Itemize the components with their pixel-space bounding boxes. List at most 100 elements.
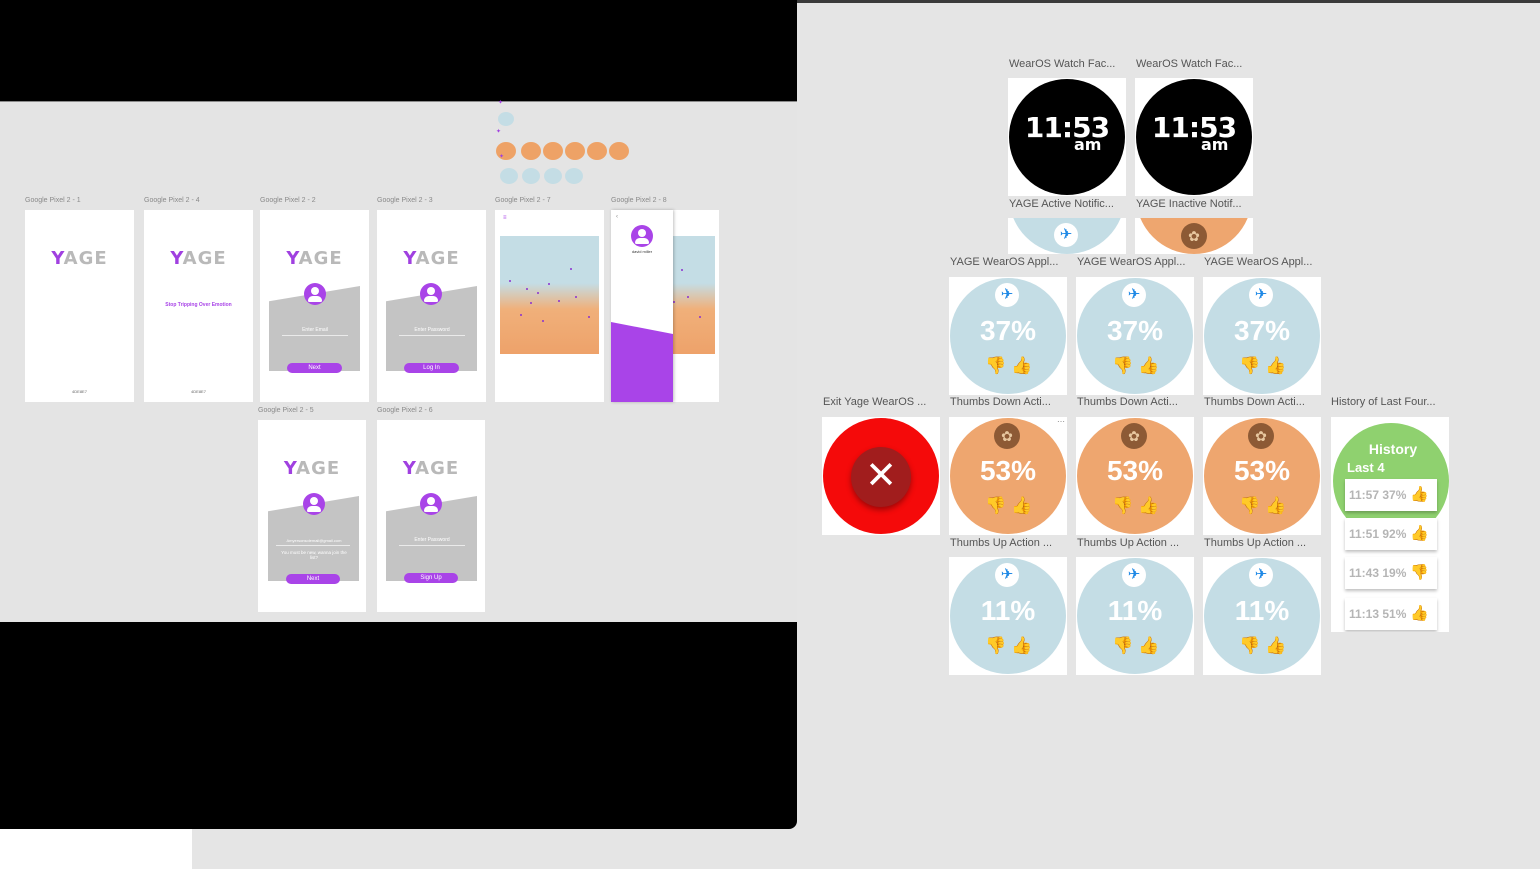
thumbs-down-icon[interactable]: 👎 (1112, 496, 1133, 516)
component-marker-icon: ✦ (498, 100, 504, 106)
graph-point (537, 292, 539, 294)
thumbs-up-action-frame[interactable]: ✈ 11% 👎 👍 (1076, 557, 1194, 675)
mood-percent: 11% (1107, 595, 1163, 626)
history-row[interactable]: 11:13 51% 👍 (1345, 598, 1437, 630)
sloth-icon: ✿ (1248, 423, 1274, 449)
frame-label: YAGE Active Notific... (1009, 198, 1114, 210)
phone-frame-graph[interactable]: ≡ (495, 210, 604, 402)
inactive-notification-frame[interactable]: ✿ (1135, 218, 1253, 254)
next-button[interactable]: Next (286, 574, 340, 584)
mini-blue-face (500, 168, 518, 184)
thumbs-down-icon[interactable]: 👎 (985, 356, 1006, 376)
phone-frame-drawer[interactable]: ‹ david miller (611, 210, 719, 402)
frame-label: YAGE WearOS Appl... (950, 256, 1059, 268)
prototype-canvas[interactable]: ✦ ✦ ✦ Google Pixel 2 - 1 Google Pixel 2 … (0, 100, 797, 622)
phone-frame-splash[interactable]: YAGE 4DE8E7 (25, 210, 134, 402)
thumbs-up-icon[interactable]: 👍 (1138, 356, 1159, 376)
frame-label: Thumbs Down Acti... (950, 396, 1051, 408)
thumbs-down-icon[interactable]: 👎 (1112, 356, 1133, 376)
thumbs-up-action-frame[interactable]: ✈ 11% 👎 👍 (949, 557, 1067, 675)
thumbs-up-icon[interactable]: 👍 (1265, 496, 1286, 516)
phone-frame-signup[interactable]: YAGE Enter Password Sign Up (377, 420, 485, 612)
frame-label: YAGE WearOS Appl... (1077, 256, 1186, 268)
sloth-icon: ✿ (1121, 423, 1147, 449)
thumbs-up-icon: 👍 (1410, 486, 1429, 503)
frame-label: Google Pixel 2 - 1 (25, 197, 81, 204)
history-row[interactable]: 11:43 19% 👎 (1345, 557, 1437, 589)
back-icon[interactable]: ‹ (616, 214, 618, 220)
emotion-graph (500, 236, 599, 354)
mini-blue-face (565, 168, 583, 184)
thumbs-down-icon[interactable]: 👎 (1239, 356, 1260, 376)
phone-frame-email[interactable]: YAGE Enter Email Next (260, 210, 369, 402)
mini-blue-face (522, 168, 540, 184)
history-row[interactable]: 11:57 37% 👍 (1345, 479, 1437, 511)
thumbs-down-icon[interactable]: 👎 (1239, 496, 1260, 516)
watch-face-frame[interactable]: 11:53 am (1135, 78, 1253, 196)
yage-logo: YAGE (170, 248, 227, 269)
password-placeholder[interactable]: Enter Password (399, 537, 465, 543)
yage-logo: YAGE (286, 248, 343, 269)
frame-label: Google Pixel 2 - 5 (258, 407, 314, 414)
frame-label: Google Pixel 2 - 4 (144, 197, 200, 204)
mini-blue-face (544, 168, 562, 184)
thumbs-up-icon[interactable]: 👍 (1265, 356, 1286, 376)
thumbs-down-icon[interactable]: 👎 (985, 496, 1006, 516)
mini-orange-face (521, 142, 541, 160)
thumbs-down-action-frame[interactable]: ✿ ⋯ 53% 👎 👍 (949, 417, 1067, 535)
frame-label: YAGE Inactive Notif... (1136, 198, 1242, 210)
next-button[interactable]: Next (287, 363, 342, 373)
history-frame[interactable]: History Last 4 11:57 37% 👍 11:51 92% 👍 11:… (1331, 417, 1449, 632)
app-screen-frame[interactable]: ✈ 37% 👎 👍 (1076, 277, 1194, 395)
signup-button[interactable]: Sign Up (404, 573, 458, 583)
thumbs-up-icon[interactable]: 👍 (1011, 636, 1032, 656)
frame-label: Thumbs Up Action ... (1204, 537, 1307, 549)
side-drawer[interactable]: ‹ david miller (611, 210, 673, 402)
login-button[interactable]: Log In (404, 363, 459, 373)
thumbs-up-icon[interactable]: 👍 (1265, 636, 1286, 656)
menu-icon[interactable]: ≡ (503, 215, 507, 221)
waitlist-note: You must be new, wanna join the list? (281, 550, 347, 560)
watch-time: 11:53 (1151, 111, 1237, 144)
watch-face-frame[interactable]: 11:53 am (1008, 78, 1126, 196)
password-placeholder[interactable]: Enter Password (399, 327, 465, 333)
mini-orange-face (609, 142, 629, 160)
thumbs-up-icon[interactable]: 👍 (1138, 496, 1159, 516)
sloth-icon: ✿ (994, 423, 1020, 449)
avatar-icon (420, 493, 442, 515)
mood-percent: 53% (1233, 455, 1291, 486)
thumbs-down-icon[interactable]: 👎 (1112, 636, 1133, 656)
graph-point (509, 280, 511, 282)
email-placeholder[interactable]: Enter Email (282, 327, 348, 333)
thumbs-up-action-frame[interactable]: ✈ 11% 👎 👍 (1203, 557, 1321, 675)
avatar-icon (631, 225, 653, 247)
close-icon[interactable]: ✕ (851, 447, 911, 507)
email-field-underline (276, 545, 350, 546)
thumbs-down-action-frame[interactable]: ✿ 53% 👎 👍 (1076, 417, 1194, 535)
thumbs-up-icon[interactable]: 👍 (1011, 356, 1032, 376)
app-screen-frame[interactable]: ✈ 37% 👎 👍 (1203, 277, 1321, 395)
history-time: 11:57 (1349, 488, 1380, 502)
exit-screen-frame[interactable]: ✕ (822, 417, 940, 535)
thumbs-down-icon[interactable]: 👎 (1239, 636, 1260, 656)
app-screen-frame[interactable]: ✈ 37% 👎 👍 (949, 277, 1067, 395)
history-percent: 19% (1382, 566, 1407, 580)
tagline: Stop Tripping Over Emotion (165, 302, 232, 308)
thumbs-down-action-frame[interactable]: ✿ 53% 👎 👍 (1203, 417, 1321, 535)
active-notification-frame[interactable]: ✈ (1008, 218, 1126, 254)
more-icon[interactable]: ⋯ (1057, 417, 1065, 426)
phone-frame-tagline[interactable]: YAGE Stop Tripping Over Emotion 4DE8E7 (144, 210, 253, 402)
phone-frame-waitlist[interactable]: YAGE Amyersonsolemail@gmail.com You must… (258, 420, 366, 612)
embedded-canvas-window[interactable]: ✦ ✦ ✦ Google Pixel 2 - 1 Google Pixel 2 … (0, 0, 797, 829)
frame-label: WearOS Watch Fac... (1136, 58, 1243, 70)
email-value[interactable]: Amyersonsolemail@gmail.com (272, 538, 356, 543)
thumbs-up-icon[interactable]: 👍 (1138, 636, 1159, 656)
bird-icon: ✈ (995, 283, 1019, 307)
history-row[interactable]: 11:51 92% 👍 (1345, 518, 1437, 550)
thumbs-up-icon[interactable]: 👍 (1011, 496, 1032, 516)
frame-label: Google Pixel 2 - 6 (377, 407, 433, 414)
graph-point (558, 300, 560, 302)
component-marker-icon: ✦ (499, 154, 505, 160)
thumbs-down-icon[interactable]: 👎 (985, 636, 1006, 656)
phone-frame-password[interactable]: YAGE Enter Password Log In (377, 210, 486, 402)
